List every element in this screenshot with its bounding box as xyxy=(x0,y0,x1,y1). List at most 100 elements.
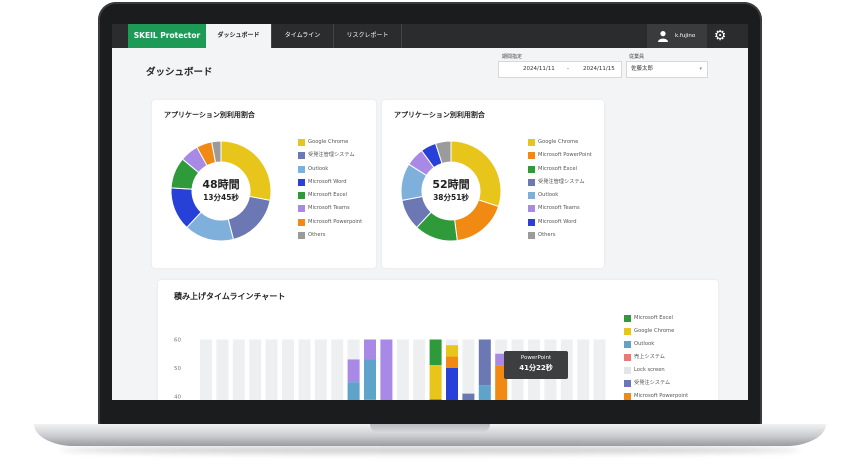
legend-item: 受発注管理システム xyxy=(528,178,592,191)
brand-logo[interactable]: SKEIL Protector xyxy=(128,24,206,48)
donut-chart: 52時間 38分51秒 xyxy=(400,140,502,242)
legend-label: Microsoft PowerPoint xyxy=(538,152,592,159)
legend-item: 受発注管理システム xyxy=(298,151,362,164)
legend-label: Outlook xyxy=(538,192,559,199)
legend-item: Google Chrome xyxy=(528,138,592,151)
legend-item: Microsoft Excel xyxy=(528,165,592,178)
app-usage-card-2: アプリケーション別利用割合 52時間 38分51秒 Google Chrome M… xyxy=(382,100,604,268)
legend-label: 受発注システム xyxy=(634,380,671,386)
legend-swatch xyxy=(624,380,631,387)
legend-swatch xyxy=(624,354,631,361)
donut-total-minutes: 13分45秒 xyxy=(203,192,239,202)
legend-label: 売上システム xyxy=(634,354,665,360)
legend-swatch xyxy=(298,165,305,173)
legend-swatch xyxy=(528,192,535,200)
pie-slice-2[interactable] xyxy=(227,195,271,241)
chart-tooltip: PowerPoint 41分22秒 xyxy=(504,351,568,379)
legend-swatch xyxy=(298,218,305,226)
timeline-bar-segment[interactable] xyxy=(478,385,491,400)
timeline-bar-segment[interactable] xyxy=(347,359,360,383)
legend-label: Microsoft Powerpoint xyxy=(308,218,363,225)
timeline-slot xyxy=(298,339,311,400)
legend-label: Outlook xyxy=(308,165,329,172)
legend-swatch xyxy=(624,328,631,335)
timeline-slot xyxy=(462,339,475,400)
legend-item: Microsoft Teams xyxy=(528,204,592,217)
legend-item: Microsoft Excel xyxy=(298,191,362,204)
timeline-slot xyxy=(577,339,590,400)
timeline-slot xyxy=(216,339,229,400)
legend-item: Google Chrome xyxy=(624,327,688,340)
legend-label: Microsoft Word xyxy=(538,218,577,225)
donut-total-hours: 48時間 xyxy=(202,177,239,191)
tab-timeline[interactable]: タイムライン xyxy=(272,24,334,48)
donut-total-minutes: 38分51秒 xyxy=(433,192,469,202)
legend-swatch xyxy=(298,152,305,160)
timeline-bar-segment[interactable] xyxy=(380,339,393,401)
app-usage-card-1: アプリケーション別利用割合 48時間 13分45秒 Google Chrome 受… xyxy=(152,100,376,268)
legend-label: Others xyxy=(538,232,556,239)
date-to[interactable]: 2024/11/15 xyxy=(583,62,615,77)
legend-label: Microsoft Excel xyxy=(634,315,673,321)
legend-label: Outlook xyxy=(634,341,655,347)
period-label: 期間指定 xyxy=(502,54,523,60)
timeline-chart: 60504030 xyxy=(174,338,606,401)
user-menu[interactable]: k.fujino xyxy=(647,24,707,48)
legend-item: Microsoft Teams xyxy=(298,204,362,217)
gear-icon[interactable]: ⚙ xyxy=(708,24,732,48)
legend-label: Microsoft Powerpoint xyxy=(634,393,689,399)
timeline-bar-segment[interactable] xyxy=(446,345,458,357)
timeline-slot xyxy=(314,339,327,400)
timeline-bar-segment[interactable] xyxy=(429,365,442,400)
date-range-picker[interactable]: 2024/11/11 - 2024/11/15 xyxy=(498,61,622,78)
legend-label: Google Chrome xyxy=(538,139,579,145)
timeline-slot xyxy=(265,339,278,400)
legend-label: Lock screen xyxy=(634,367,665,373)
timeline-slot xyxy=(331,339,344,400)
donut-chart: 48時間 13分45秒 xyxy=(170,140,272,242)
timeline-bar-segment[interactable] xyxy=(462,393,475,400)
legend-label: Google Chrome xyxy=(308,139,349,145)
tab-risk-report[interactable]: リスクレポート xyxy=(334,24,402,48)
timeline-bar-segment[interactable] xyxy=(446,356,458,368)
legend-item: Google Chrome xyxy=(298,138,362,151)
legend-swatch xyxy=(624,315,631,322)
legend-swatch xyxy=(528,178,535,186)
legend-swatch xyxy=(624,367,631,374)
legend-swatch xyxy=(528,205,535,213)
y-tick-label: 50 xyxy=(174,366,181,372)
timeline-bar-segment[interactable] xyxy=(429,399,442,400)
pie-slice-1[interactable] xyxy=(220,140,272,201)
laptop-notch xyxy=(370,424,490,433)
chart-legend: Google Chrome 受発注管理システム Outlook Microsoft W… xyxy=(298,138,362,244)
timeline-bar-segment[interactable] xyxy=(347,382,360,400)
legend-swatch xyxy=(528,139,535,146)
legend-swatch xyxy=(624,393,631,400)
timeline-bar-segment[interactable] xyxy=(429,339,442,366)
pie-slice-2[interactable] xyxy=(454,199,500,242)
legend-item: Lock screen xyxy=(624,366,688,379)
timeline-slot xyxy=(200,339,212,400)
legend-item: Microsoft Excel xyxy=(624,314,688,327)
tab-dashboard[interactable]: ダッシュボード xyxy=(206,24,272,48)
card-title: アプリケーション別利用割合 xyxy=(394,111,485,119)
timeline-bar-segment[interactable] xyxy=(364,399,376,400)
user-icon xyxy=(658,31,668,42)
employee-label: 従業員 xyxy=(629,54,645,60)
timeline-slot xyxy=(282,339,294,400)
legend-label: Microsoft Excel xyxy=(538,165,577,172)
timeline-bar-segment[interactable] xyxy=(364,339,376,360)
legend-swatch xyxy=(298,232,305,240)
legend-swatch xyxy=(298,178,305,186)
date-separator: - xyxy=(567,66,569,72)
employee-select[interactable]: 佐藤太郎 ▾ xyxy=(626,61,708,78)
timeline-slot xyxy=(396,339,409,400)
legend-swatch xyxy=(528,232,535,240)
date-from[interactable]: 2024/11/11 xyxy=(523,62,555,77)
legend-swatch xyxy=(298,139,305,146)
donut-total-hours: 52時間 xyxy=(432,177,469,191)
timeline-bar-segment[interactable] xyxy=(446,368,458,400)
legend-item: Microsoft PowerPoint xyxy=(528,151,592,164)
timeline-bar-segment[interactable] xyxy=(364,359,376,400)
timeline-bar-segment[interactable] xyxy=(478,339,491,386)
